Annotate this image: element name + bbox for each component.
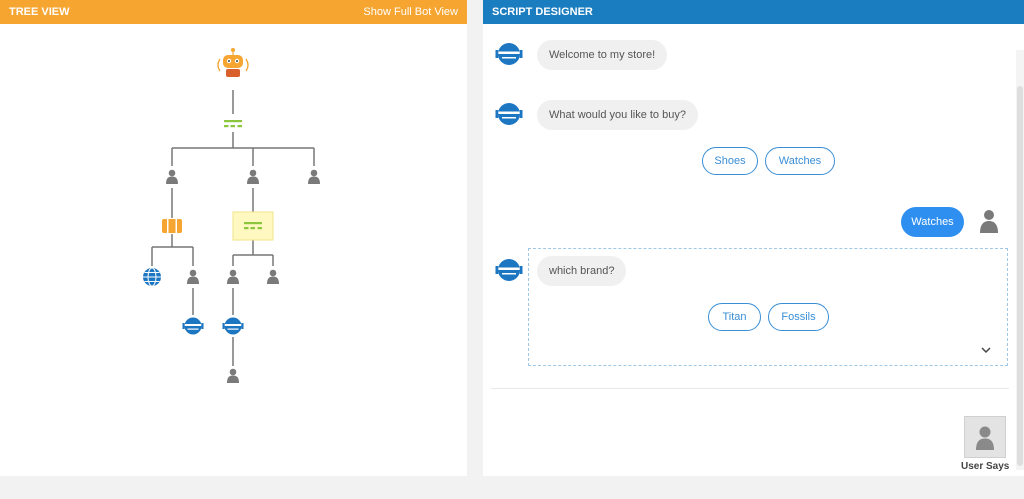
bot-message-bubble: What would you like to buy?: [537, 100, 698, 130]
bot-avatar-icon: [495, 43, 523, 65]
user-node-icon[interactable]: [166, 169, 178, 184]
bot-response-node-icon[interactable]: [182, 317, 204, 335]
user-node-icon[interactable]: [308, 169, 320, 184]
chat-scrollbar-thumb[interactable]: [1017, 86, 1023, 466]
option-button-watches[interactable]: Watches: [765, 147, 835, 175]
component-node-icon[interactable]: [162, 219, 182, 233]
user-node-icon[interactable]: [227, 269, 239, 284]
bot-tree-diagram: [143, 48, 320, 383]
option-button-shoes[interactable]: Shoes: [702, 147, 758, 175]
user-reply-bubble[interactable]: Watches: [901, 207, 964, 237]
chat-divider: [491, 388, 1009, 389]
script-designer-title: SCRIPT DESIGNER: [492, 6, 593, 18]
chat-area: Welcome to my store! What would you like…: [483, 24, 1024, 476]
bot-message-bubble: Welcome to my store!: [537, 40, 668, 70]
chevron-down-icon[interactable]: [979, 343, 993, 357]
user-node-icon[interactable]: [247, 169, 259, 184]
chat-scrollbar[interactable]: [1016, 50, 1024, 470]
tree-view-title: TREE VIEW: [9, 6, 70, 18]
tree-view-header: TREE VIEW Show Full Bot View: [0, 0, 467, 24]
script-designer-header: SCRIPT DESIGNER: [483, 0, 1024, 24]
user-node-icon[interactable]: [227, 368, 239, 383]
selected-text-node-icon[interactable]: [232, 211, 274, 241]
tree-view-panel: TREE VIEW Show Full Bot View: [0, 0, 467, 476]
user-node-icon[interactable]: [267, 269, 279, 284]
bot-avatar-icon: [495, 259, 523, 281]
user-says-icon-box[interactable]: [964, 416, 1006, 458]
option-button-titan[interactable]: Titan: [708, 303, 761, 331]
user-node-icon[interactable]: [187, 269, 199, 284]
bot-avatar-icon: [495, 103, 523, 125]
script-designer-panel: SCRIPT DESIGNER Welcome to my store! Wha…: [483, 0, 1024, 476]
globe-icon[interactable]: [143, 267, 161, 287]
user-says-button[interactable]: User Says: [961, 416, 1011, 472]
bot-message-bubble: which brand?: [537, 256, 627, 286]
show-full-bot-view-link[interactable]: Show Full Bot View: [363, 0, 458, 24]
bot-response-node-icon[interactable]: [222, 317, 244, 335]
user-avatar-icon: [976, 426, 994, 450]
user-avatar-icon: [980, 210, 998, 233]
text-message-node-icon[interactable]: [224, 120, 242, 128]
option-button-fossils[interactable]: Fossils: [768, 303, 829, 331]
user-says-label: User Says: [961, 461, 1010, 472]
robot-root-icon[interactable]: [217, 48, 249, 77]
